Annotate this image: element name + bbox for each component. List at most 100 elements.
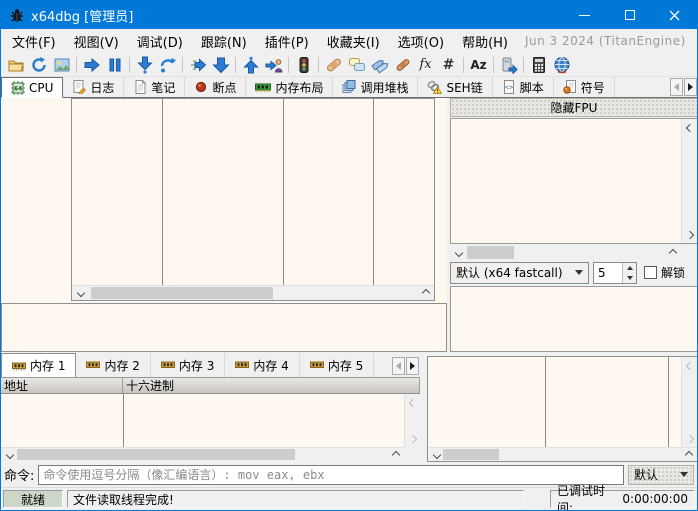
scroll-right-button[interactable] [419,286,434,300]
close-button[interactable] [652,1,697,29]
unlock-checkbox[interactable] [644,266,657,279]
registers-vertical-scrollbar[interactable] [681,119,697,243]
arguments-view[interactable] [450,286,698,352]
command-input[interactable] [38,465,624,485]
hide-fpu-button[interactable]: 隐藏FPU [450,98,698,117]
scrollbar-track[interactable] [405,409,420,432]
scroll-right-button[interactable] [389,448,404,461]
scroll-left-button[interactable] [428,448,443,461]
scroll-left-button[interactable] [1,448,16,461]
tab-script[interactable]: <> 脚本 [493,77,554,97]
pause-button[interactable] [103,54,126,76]
tab-breakpoints[interactable]: 断点 [185,77,246,97]
bookmarks-button[interactable] [391,54,414,76]
scroll-up-button[interactable] [405,394,420,409]
maximize-button[interactable] [607,1,652,29]
tab-dump-1[interactable]: 内存 1 [1,353,76,377]
column-header-hex[interactable]: 十六进制 [123,378,420,393]
tab-seh-chain[interactable]: SEH链 [418,77,492,97]
tab-call-stack[interactable]: 调用堆栈 [333,77,418,97]
tab-memory-map[interactable]: 内存布局 [246,77,333,97]
scrollbar-thumb[interactable] [17,449,295,460]
open-file-button[interactable] [4,54,27,76]
functions-button[interactable]: fx [414,54,437,76]
disassembly-horizontal-scrollbar[interactable] [72,285,434,300]
scrollbar-track[interactable] [682,372,697,432]
title-bar[interactable]: x64dbg [管理员] [1,1,697,29]
tab-dump-2[interactable]: 内存 2 [76,353,150,377]
stack-vertical-scrollbar[interactable] [681,357,697,447]
registers-horizontal-scrollbar[interactable] [450,245,681,260]
tab-scroll-left-button[interactable] [670,78,683,96]
calculator-button[interactable] [527,54,550,76]
cpu-disassembly-panel[interactable] [1,98,447,352]
spin-up-button[interactable] [623,263,636,273]
scrollbar-track[interactable] [682,134,697,228]
patches-button[interactable] [322,54,345,76]
column-header-address[interactable]: 地址 [1,378,123,393]
trace-into-button[interactable] [186,54,209,76]
tab-cpu[interactable]: 64 CPU [1,77,63,98]
scrollbar-thumb[interactable] [443,449,499,460]
command-profile-select[interactable]: 默认 [628,465,694,485]
scroll-down-button[interactable] [405,432,420,447]
scrollbar-track[interactable] [87,286,419,300]
panel-splitter[interactable] [420,352,427,462]
labels-button[interactable] [368,54,391,76]
scrollbar-thumb[interactable] [91,287,273,299]
scrollbar-track[interactable] [465,245,666,260]
tab-dump-4[interactable]: 内存 4 [225,353,299,377]
scroll-up-button[interactable] [682,357,697,372]
memory-horizontal-scrollbar[interactable] [1,447,404,461]
stack-table[interactable] [428,357,697,447]
menu-view[interactable]: 视图(V) [65,29,128,54]
step-into-button[interactable] [133,54,156,76]
stack-panel[interactable] [427,356,698,462]
scrollbar-track[interactable] [16,448,389,461]
export-log-button[interactable] [497,54,520,76]
tab-dump-5[interactable]: 内存 5 [300,353,374,377]
run-button[interactable] [80,54,103,76]
scroll-down-button[interactable] [682,432,697,447]
tab-scroll-right-button[interactable] [684,78,697,96]
memory-tab-scroll-left-button[interactable] [392,357,405,375]
tab-symbols[interactable]: 符号 [554,77,615,97]
menu-options[interactable]: 选项(O) [389,29,453,54]
menu-debug[interactable]: 调试(D) [128,29,192,54]
preferences-button[interactable]: Az [467,54,490,76]
scroll-right-button[interactable] [666,245,681,260]
menu-help[interactable]: 帮助(H) [453,29,517,54]
menu-favourites[interactable]: 收藏夹(I) [318,29,389,54]
trace-over-button[interactable] [209,54,232,76]
scroll-left-button[interactable] [72,286,87,300]
argument-count-spinner[interactable]: 5 [593,262,637,284]
memory-table-body[interactable] [1,394,420,447]
menu-file[interactable]: 文件(F) [3,29,65,54]
scroll-right-button[interactable] [682,448,697,461]
scroll-left-button[interactable] [450,245,465,260]
registers-view[interactable] [450,118,698,244]
spin-down-button[interactable] [623,273,636,283]
tab-log[interactable]: 日志 [63,77,124,97]
menu-plugins[interactable]: 插件(P) [256,29,318,54]
memory-vertical-scrollbar[interactable] [404,394,420,447]
stack-horizontal-scrollbar[interactable] [428,447,697,461]
run-to-user-code-button[interactable] [262,54,285,76]
memory-tab-scroll-right-button[interactable] [406,357,419,375]
scroll-up-button[interactable] [682,119,697,134]
tab-notes[interactable]: 笔记 [124,77,185,97]
calling-convention-select[interactable]: 默认 (x64 fastcall) [450,262,589,284]
scrollbar-thumb[interactable] [467,246,514,259]
internet-button[interactable] [550,54,573,76]
execute-till-return-button[interactable] [239,54,262,76]
scrollbar-track[interactable] [443,448,682,461]
minimize-button[interactable] [562,1,607,29]
menu-trace[interactable]: 跟踪(N) [192,29,256,54]
tab-dump-3[interactable]: 内存 3 [151,353,225,377]
close-debuggee-button[interactable] [50,54,73,76]
scroll-down-button[interactable] [682,228,697,243]
hash-window-button[interactable]: # [437,54,460,76]
step-over-button[interactable] [156,54,179,76]
disassembly-table[interactable] [71,98,435,301]
restart-button[interactable] [27,54,50,76]
